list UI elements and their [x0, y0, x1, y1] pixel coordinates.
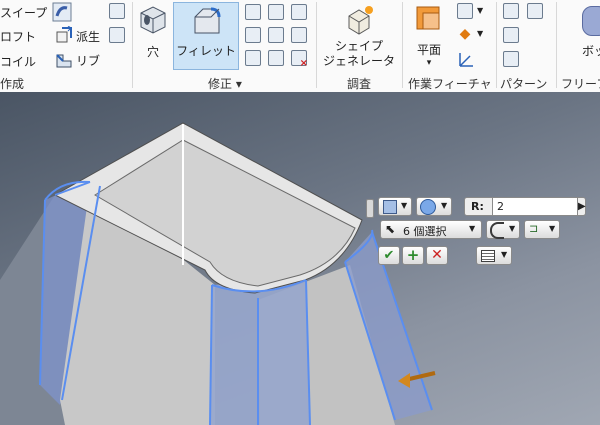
selection-mode-dropdown[interactable]: ▼: [378, 197, 412, 216]
apply-button[interactable]: +: [402, 246, 424, 265]
thread-icon[interactable]: [268, 4, 284, 20]
chevron-down-icon[interactable]: ▼: [477, 6, 483, 15]
fillet-icon: [194, 7, 221, 34]
mini-toolbar: ▼ ▼ R: 2 ▶ ⬉ 6 個選択 ▼ ▼ ⊐ ▼ ✔ + ✕ ▼: [366, 196, 600, 276]
sweep-icon: [52, 2, 72, 22]
chevron-down-icon: ▼: [401, 201, 408, 210]
sweep-label: スイープ: [0, 6, 48, 20]
modify-panel-label[interactable]: 修正 ▾: [208, 75, 242, 92]
cancel-button[interactable]: ✕: [426, 246, 448, 265]
work-axis-icon[interactable]: [457, 3, 473, 19]
freeform-box-button[interactable]: ボッ: [568, 4, 600, 70]
freeform-box-label: ボッ: [582, 44, 600, 58]
draft-icon[interactable]: [291, 4, 307, 20]
fillet-type-icon: [420, 199, 436, 215]
work-features-panel-label[interactable]: 作業フィーチャ: [408, 75, 492, 92]
shell-icon[interactable]: [245, 27, 261, 43]
explore-panel-label[interactable]: 調査: [347, 75, 371, 92]
fillet-label: フィレット: [176, 44, 236, 58]
decal-icon[interactable]: [109, 27, 125, 43]
chevron-down-icon: ▼: [501, 250, 508, 259]
panel-separator: [402, 2, 403, 88]
mirror-icon[interactable]: [527, 3, 543, 19]
rectangular-pattern-icon[interactable]: [503, 3, 519, 19]
add-fillet-dropdown[interactable]: ▼: [416, 197, 452, 216]
hole-button[interactable]: 穴: [136, 4, 170, 70]
radius-label: R:: [471, 200, 484, 213]
panel-separator: [556, 2, 557, 88]
chevron-down-icon: ▼: [549, 224, 556, 233]
delete-x-icon: ×: [299, 58, 308, 69]
plane-label: 平面: [416, 43, 441, 57]
pattern-panel-label[interactable]: パターン: [500, 75, 547, 92]
freeform-box-icon: [582, 6, 600, 36]
chamfer-icon[interactable]: [245, 4, 261, 20]
create-panel-label[interactable]: 作成: [0, 75, 24, 92]
shape-generator-icon: [348, 6, 373, 35]
check-icon: ✔: [383, 248, 395, 263]
solid-body-icon: [383, 200, 397, 214]
circular-pattern-icon[interactable]: [503, 27, 519, 43]
rib-icon: [56, 54, 72, 68]
ok-button[interactable]: ✔: [378, 246, 400, 265]
panel-separator: [132, 2, 133, 88]
shape-generator-button[interactable]: シェイプ ジェネレータ: [318, 4, 400, 70]
graphics-viewport[interactable]: ▼ ▼ R: 2 ▶ ⬉ 6 個選択 ▼ ▼ ⊐ ▼ ✔ + ✕ ▼: [0, 92, 600, 425]
rib-button[interactable]: リブ: [54, 50, 104, 70]
cursor-icon: ⬉: [385, 222, 396, 236]
coil-button[interactable]: コイル: [0, 52, 45, 70]
sketch-pattern-icon[interactable]: [503, 51, 519, 67]
combine-icon[interactable]: [291, 27, 307, 43]
ribbon: スイープ ロフト 派生 コイル リブ 作成 穴 フィレット × 修正 ▾ シェイ…: [0, 0, 600, 93]
cancel-x-icon: ✕: [431, 247, 443, 263]
loft-label: ロフト: [0, 30, 37, 44]
replace-face-icon[interactable]: [268, 50, 284, 66]
plane-dropdown-arrow[interactable]: ▾: [406, 58, 452, 68]
grip-handle[interactable]: [366, 199, 374, 218]
plane-button[interactable]: 平面 ▾: [406, 4, 452, 70]
loft-button[interactable]: ロフト: [0, 27, 45, 45]
delete-face-icon[interactable]: ×: [291, 50, 308, 69]
freeform-panel-label[interactable]: フリーフ: [561, 75, 600, 92]
derive-icon: [56, 26, 72, 43]
plane-icon: [416, 6, 440, 30]
hole-label: 穴: [146, 45, 159, 59]
radius-input[interactable]: 2: [492, 197, 578, 216]
split-icon[interactable]: [268, 27, 284, 43]
derive-button[interactable]: 派生: [54, 26, 104, 46]
emboss-icon[interactable]: [109, 3, 125, 19]
options-dropdown[interactable]: ▼: [476, 246, 512, 265]
plus-icon: +: [406, 246, 420, 264]
chevron-down-icon: ▼: [509, 224, 516, 233]
derive-label: 派生: [76, 30, 101, 44]
selection-count: 6 個選択: [403, 225, 447, 238]
radius-arrow-icon[interactable]: ▶: [578, 197, 590, 216]
ucs-icon[interactable]: [457, 51, 475, 69]
edge-chain-dropdown[interactable]: ▼: [486, 220, 520, 239]
sweep-button[interactable]: スイープ: [0, 2, 80, 22]
options-list-icon: [481, 250, 495, 262]
rib-label: リブ: [76, 54, 101, 68]
panel-separator: [316, 2, 317, 88]
chevron-down-icon: ▼: [441, 201, 448, 210]
setback-dropdown[interactable]: ⊐ ▼: [524, 220, 560, 239]
fillet-button[interactable]: フィレット: [173, 2, 239, 70]
thicken-icon[interactable]: [245, 50, 261, 66]
hole-icon: [140, 6, 166, 34]
edge-chain-icon: [490, 222, 504, 239]
coil-label: コイル: [0, 55, 37, 69]
work-point-icon[interactable]: ◆: [457, 26, 473, 42]
panel-separator: [496, 2, 497, 88]
shape-generator-label-1: シェイプ: [334, 39, 383, 53]
chevron-down-icon: ▼: [469, 224, 476, 233]
front-fillet-face[interactable]: [210, 280, 310, 425]
shape-generator-label-2: ジェネレータ: [322, 54, 395, 68]
setback-icon: ⊐: [529, 222, 539, 235]
chevron-down-icon[interactable]: ▼: [477, 29, 483, 38]
selection-dropdown[interactable]: ⬉ 6 個選択 ▼: [380, 220, 482, 239]
